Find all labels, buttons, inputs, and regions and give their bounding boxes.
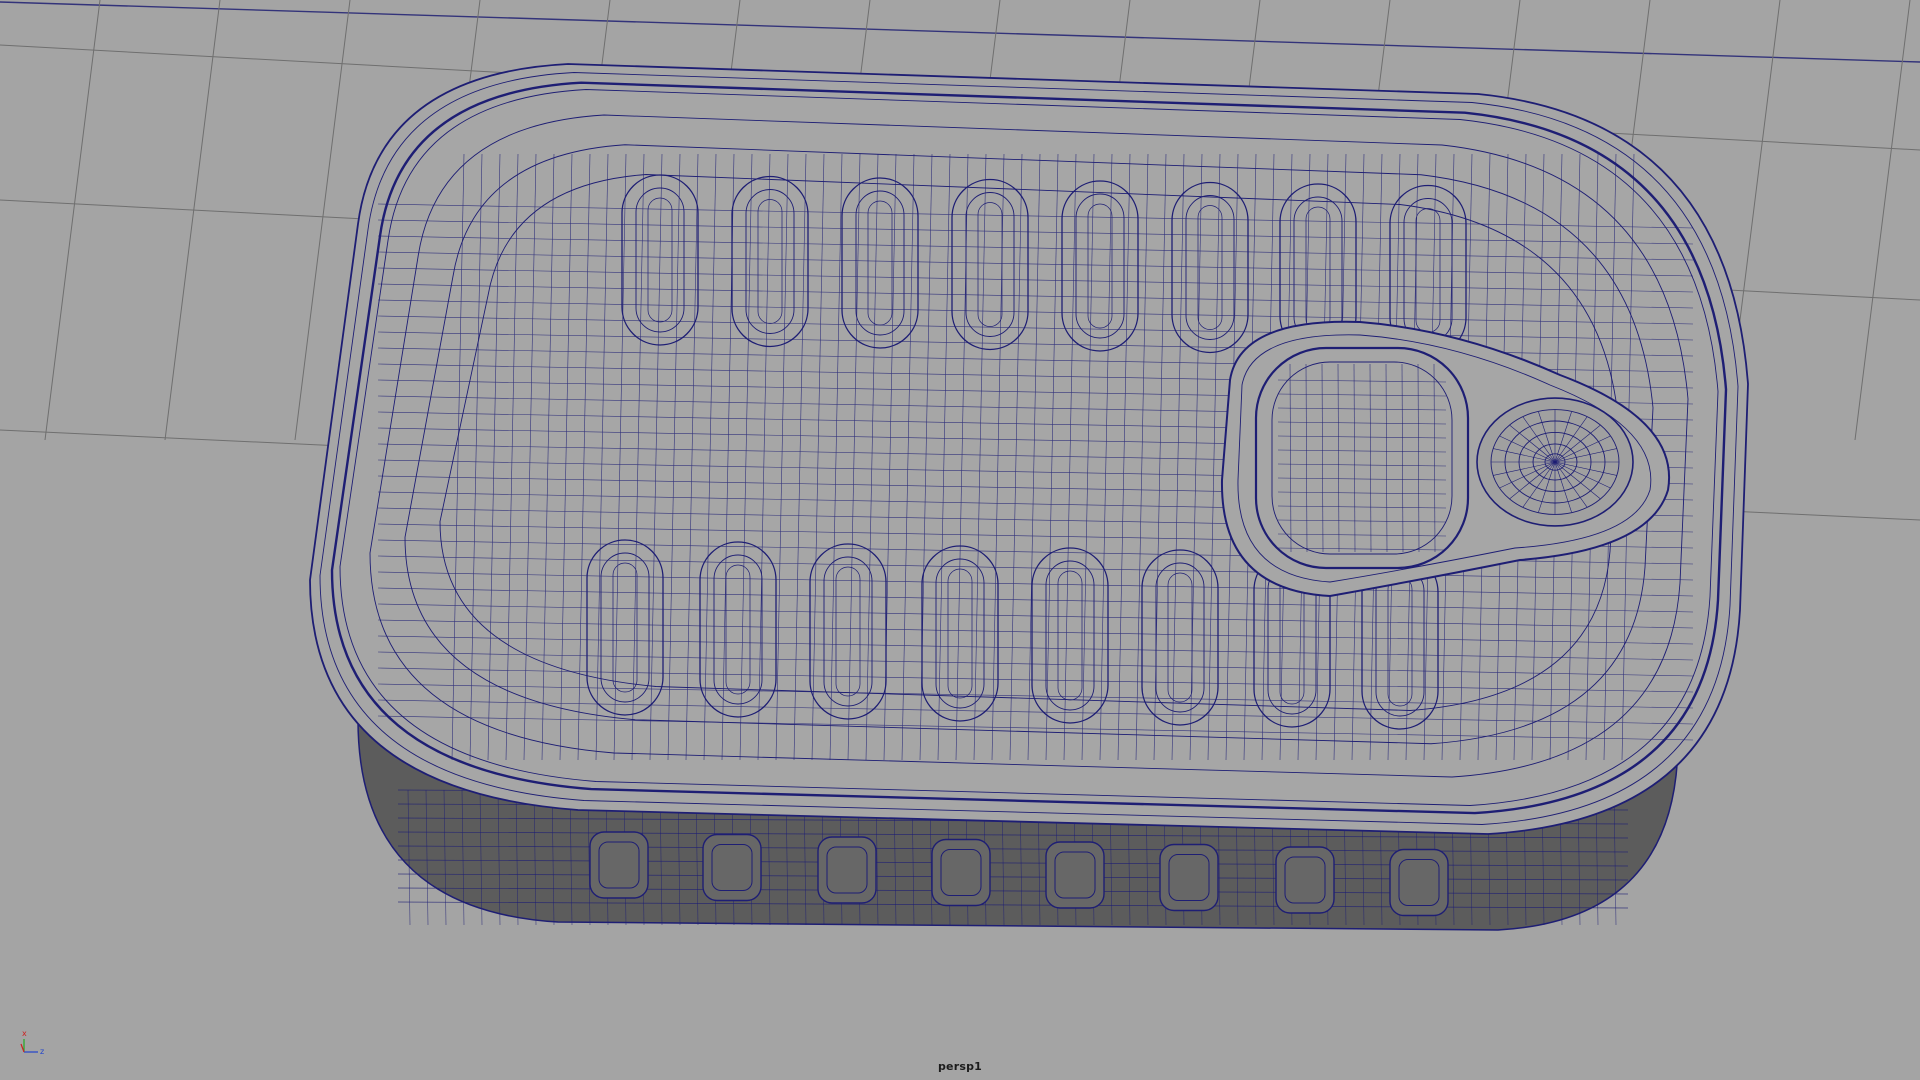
sardine-tin-model[interactable]: [309, 63, 1749, 931]
grid-axis-line: [0, 1, 1920, 63]
grid-line: [1854, 0, 1911, 441]
scene-canvas[interactable]: [0, 0, 1920, 1080]
view-axis-gizmo: x z: [18, 1030, 52, 1058]
perspective-viewport[interactable]: x z persp1: [0, 0, 1920, 1080]
grid-line: [164, 0, 221, 441]
axis-z-label: z: [40, 1047, 45, 1056]
axis-x-label: x: [22, 1029, 27, 1038]
camera-name-label: persp1: [937, 1060, 983, 1073]
grid-line: [44, 0, 101, 441]
